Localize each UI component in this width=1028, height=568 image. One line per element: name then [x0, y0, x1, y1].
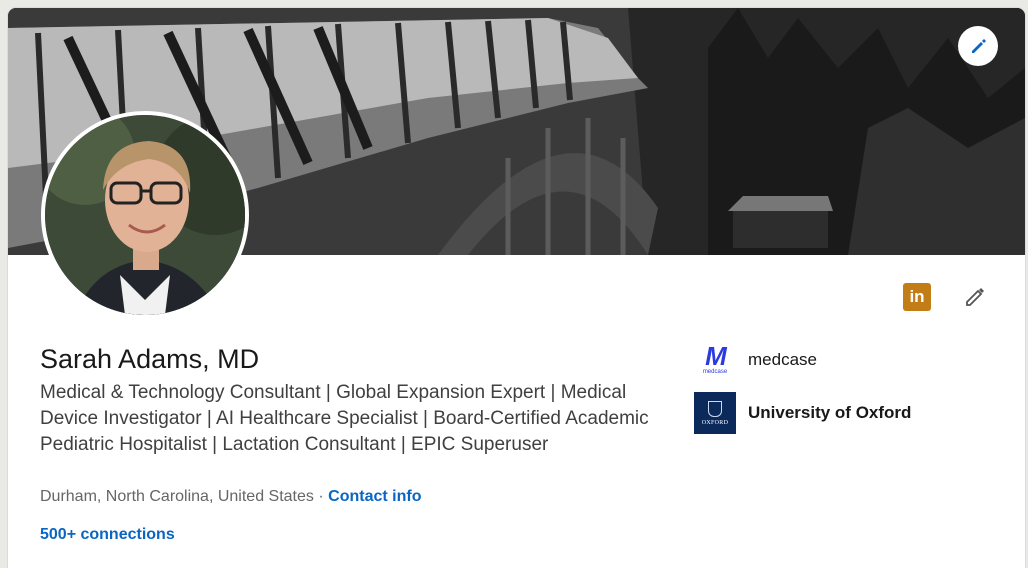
separator: · [318, 488, 324, 505]
edit-profile-button[interactable] [961, 283, 989, 311]
profile-photo [45, 115, 245, 315]
profile-name: Sarah Adams, MD [40, 344, 260, 374]
connections-link[interactable]: 500+ connections [40, 526, 175, 544]
profile-avatar[interactable] [41, 111, 249, 319]
edit-banner-button[interactable] [958, 26, 998, 66]
location-row: Durham, North Carolina, United States · … [40, 488, 421, 506]
org-oxford[interactable]: OXFORD University of Oxford [694, 392, 911, 434]
pencil-icon [966, 288, 984, 306]
pencil-icon [972, 39, 986, 53]
org-name: University of Oxford [748, 403, 912, 422]
org-name: medcase [748, 350, 817, 369]
profile-location: Durham, North Carolina, United States [40, 488, 314, 505]
profile-actions: in [903, 283, 989, 311]
contact-info-link[interactable]: Contact info [328, 488, 421, 505]
medcase-logo-mark: M [705, 341, 727, 371]
medcase-logo-icon: M medcase [694, 342, 736, 378]
org-medcase[interactable]: M medcase medcase [694, 342, 817, 378]
oxford-logo-icon: OXFORD [694, 392, 736, 434]
oxford-crest-icon [708, 400, 722, 417]
profile-headline: Medical & Technology Consultant | Global… [40, 382, 649, 455]
profile-card: in Sarah Adams, MD Medical & Technology … [8, 8, 1025, 568]
oxford-logo-text: OXFORD [701, 419, 729, 426]
medcase-logo-text: medcase [702, 369, 728, 375]
linkedin-badge-icon[interactable]: in [903, 283, 931, 311]
